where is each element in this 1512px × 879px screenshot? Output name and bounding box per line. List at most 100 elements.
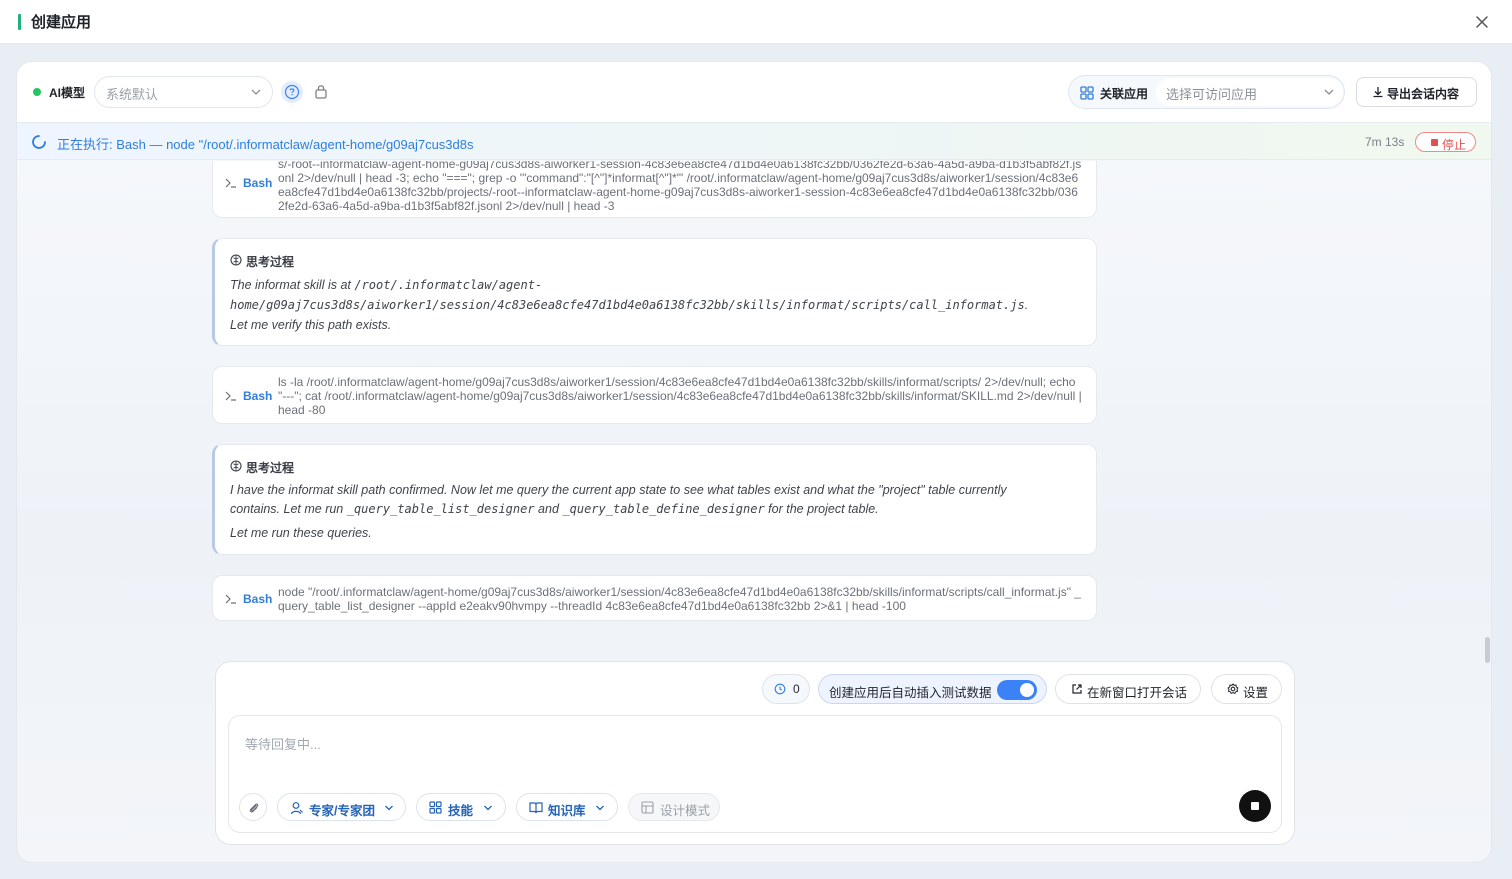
download-icon	[1373, 87, 1383, 98]
thinking-header: 思考过程	[230, 459, 294, 476]
thinking-code: /root/.informatclaw/agent-	[354, 278, 543, 292]
settings-button[interactable]: 设置	[1211, 674, 1282, 704]
stop-button[interactable]: 停止	[1415, 132, 1476, 152]
book-icon	[529, 802, 543, 814]
terminal-prompt-icon	[225, 594, 236, 604]
design-mode-button[interactable]: 设计模式	[628, 793, 720, 821]
user-icon	[290, 802, 303, 815]
help-icon[interactable]	[281, 81, 303, 103]
thinking-header: 思考过程	[230, 253, 294, 270]
chevron-down-icon	[596, 805, 604, 811]
stop-generation-button[interactable]	[1239, 790, 1271, 822]
auto-insert-test-data-toggle[interactable]: 创建应用后自动插入测试数据	[818, 674, 1047, 704]
linked-app-selector[interactable]: 关联应用 选择可访问应用	[1068, 75, 1345, 109]
stop-icon	[1431, 139, 1438, 146]
terminal-prompt-icon	[225, 178, 236, 188]
grid-icon	[429, 801, 442, 814]
chevron-down-icon	[385, 805, 393, 811]
skills-label: 技能	[448, 804, 474, 818]
input-placeholder: 等待回复中...	[245, 737, 321, 752]
export-conversation-button[interactable]: 导出会话内容	[1356, 77, 1477, 107]
thinking-line: home/g09aj7cus3d8s/aiworker1/session/4c8…	[230, 295, 1070, 315]
thinking-line: Let me verify this path exists.	[230, 315, 1070, 335]
layout-icon	[641, 801, 654, 814]
skills-selector[interactable]: 技能	[416, 793, 506, 821]
bash-label: Bash	[243, 176, 273, 190]
expert-selector[interactable]: 专家/专家团	[277, 793, 406, 821]
bash-label: Bash	[243, 592, 273, 606]
bash-label: Bash	[243, 389, 273, 403]
thinking-title: 思考过程	[246, 461, 295, 475]
lock-icon[interactable]	[314, 83, 328, 99]
timer-icon	[774, 683, 786, 695]
close-icon[interactable]	[1472, 12, 1492, 32]
title-accent-bar	[18, 13, 21, 30]
thinking-line: I have the informat skill path confirmed…	[230, 481, 1070, 500]
model-status-dot	[33, 88, 41, 96]
window-titlebar: 创建应用	[0, 0, 1512, 44]
thinking-line: The informat skill is at /root/.informat…	[230, 275, 1070, 295]
chat-toolbar: AI模型 系统默认 关联应用 选择可访问应用 导出会话内容	[17, 62, 1491, 122]
thinking-text: The informat skill is at	[230, 278, 355, 292]
chevron-down-icon	[1324, 89, 1334, 95]
bash-tool-card[interactable]: Bash node "/root/.informatclaw/agent-hom…	[212, 575, 1097, 621]
thinking-text: and	[534, 502, 563, 516]
thinking-text: Let me run these queries.	[230, 526, 372, 540]
chevron-down-icon	[484, 805, 492, 811]
message-input[interactable]: 等待回复中... 专家/专家团 技能 知识库 设计模式	[228, 715, 1282, 833]
design-mode-label: 设计模式	[660, 804, 711, 818]
model-select-value: 系统默认	[106, 87, 159, 102]
thinking-code: home/g09aj7cus3d8s/aiworker1/session/4c8…	[230, 298, 1025, 312]
external-link-icon	[1072, 684, 1082, 694]
chat-panel: AI模型 系统默认 关联应用 选择可访问应用 导出会话内容 正在执行: Bash…	[16, 61, 1492, 863]
thinking-title: 思考过程	[246, 255, 295, 269]
model-select[interactable]: 系统默认	[94, 76, 273, 108]
thinking-code: _query_table_define_designer	[562, 502, 765, 516]
export-label: 导出会话内容	[1387, 87, 1460, 101]
terminal-prompt-icon	[225, 391, 236, 401]
bash-tool-card[interactable]: Bash s/-root--informatclaw-agent-home-g0…	[212, 161, 1097, 218]
thinking-text: contains. Let me run	[230, 502, 347, 516]
bash-command: s/-root--informatclaw-agent-home-g09aj7c…	[278, 161, 1082, 213]
attach-button[interactable]	[239, 793, 267, 821]
ai-model-label: AI模型	[49, 86, 86, 100]
thinking-text: for the project table.	[764, 502, 879, 516]
thinking-body: I have the informat skill path confirmed…	[230, 481, 1070, 543]
stop-label: 停止	[1442, 138, 1467, 152]
knowledge-base-selector[interactable]: 知识库	[516, 793, 618, 821]
thinking-card: 思考过程 I have the informat skill path conf…	[212, 444, 1097, 555]
execution-status-text: 正在执行: Bash — node "/root/.informatclaw/a…	[57, 137, 474, 152]
message-composer: 0 创建应用后自动插入测试数据 在新窗口打开会话 设置 等待回复中... 专家/…	[215, 661, 1295, 845]
bash-command: node "/root/.informatclaw/agent-home/g09…	[278, 585, 1081, 613]
linked-app-label: 关联应用	[1100, 87, 1149, 101]
thinking-body: The informat skill is at /root/.informat…	[230, 275, 1070, 335]
counter-value: 0	[793, 682, 800, 696]
bash-tool-card[interactable]: Bash ls -la /root/.informatclaw/agent-ho…	[212, 366, 1097, 424]
scrollbar-thumb[interactable]	[1485, 637, 1490, 663]
thinking-text: Let me verify this path exists.	[230, 318, 392, 332]
thinking-line: contains. Let me run _query_table_list_d…	[230, 500, 1070, 519]
auto-insert-label: 创建应用后自动插入测试数据	[829, 686, 992, 700]
knowledge-label: 知识库	[548, 804, 586, 818]
thinking-line: Let me run these queries.	[230, 524, 1070, 543]
gear-icon	[1227, 683, 1239, 695]
toggle-switch[interactable]	[997, 680, 1037, 700]
bash-command: ls -la /root/.informatclaw/agent-home/g0…	[278, 375, 1082, 417]
chevron-down-icon	[251, 89, 261, 95]
thinking-code: _query_table_list_designer	[346, 502, 535, 516]
paperclip-icon	[249, 803, 259, 813]
thinking-text: I have the informat skill path confirmed…	[230, 483, 1007, 497]
loading-spinner-icon	[32, 135, 46, 149]
elapsed-time: 7m 13s	[1365, 135, 1405, 149]
window-title: 创建应用	[31, 14, 92, 31]
execution-status-bar: 正在执行: Bash — node "/root/.informatclaw/a…	[17, 122, 1491, 160]
toggle-knob	[1020, 683, 1034, 697]
brain-icon	[230, 254, 242, 266]
open-in-new-window-button[interactable]: 在新窗口打开会话	[1055, 674, 1201, 704]
brain-icon	[230, 460, 242, 472]
token-counter[interactable]: 0	[762, 674, 810, 704]
apps-grid-icon	[1080, 86, 1094, 100]
thinking-card: 思考过程 The informat skill is at /root/.inf…	[212, 238, 1097, 346]
expert-label: 专家/专家团	[309, 804, 375, 818]
linked-app-select[interactable]: 选择可访问应用	[1156, 78, 1343, 106]
